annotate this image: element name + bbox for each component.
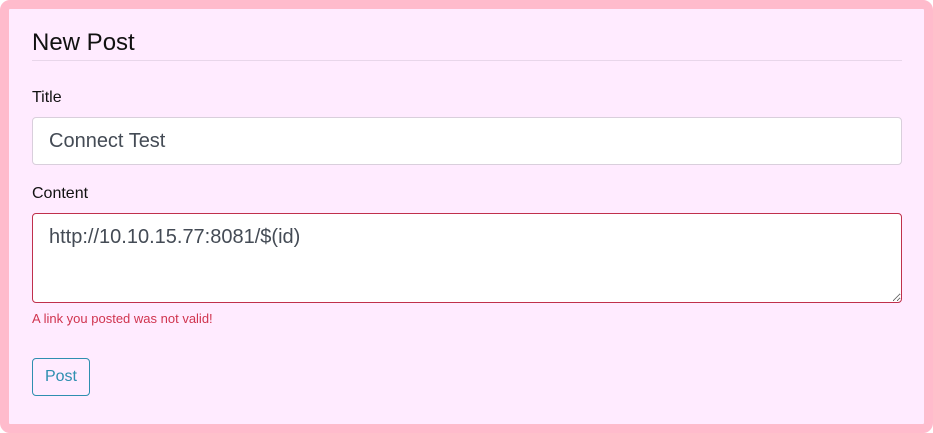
post-button[interactable]: Post: [32, 358, 90, 396]
content-textarea[interactable]: http://10.10.15.77:8081/$(id): [32, 213, 902, 303]
new-post-card: New Post Title Content http://10.10.15.7…: [0, 0, 933, 433]
page-title: New Post: [32, 29, 135, 56]
content-label: Content: [32, 185, 89, 202]
heading-divider: [32, 60, 902, 61]
title-input[interactable]: [32, 117, 902, 165]
validation-error-message: A link you posted was not valid!: [32, 311, 213, 326]
title-label: Title: [32, 89, 62, 106]
